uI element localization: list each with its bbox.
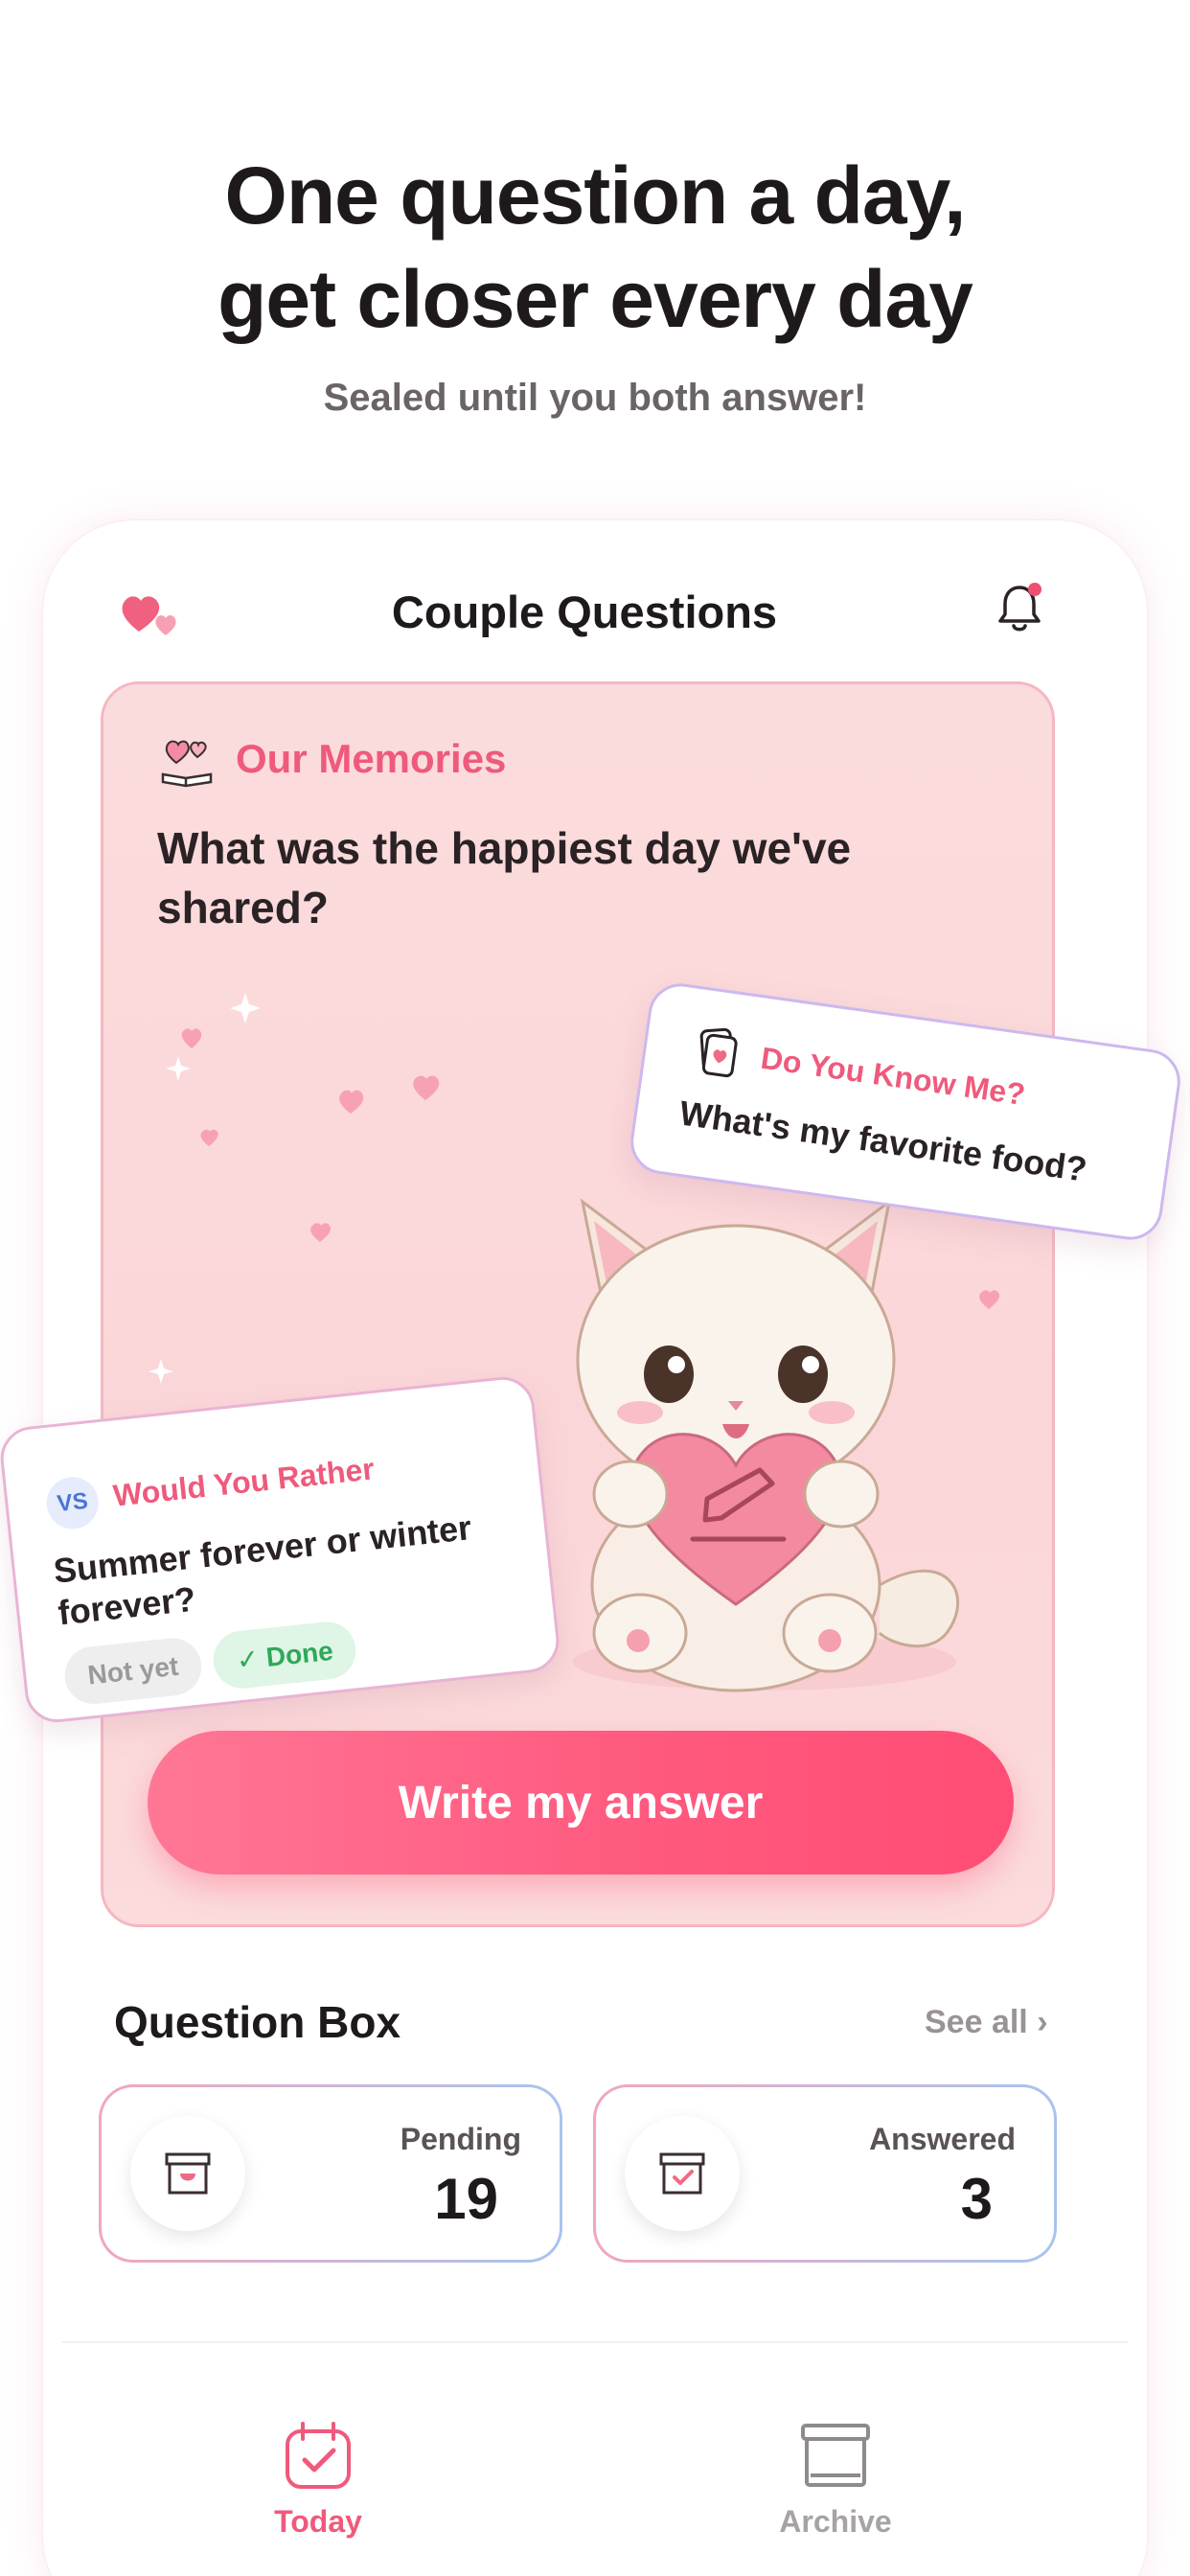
tab-archive[interactable]: Archive: [740, 2418, 931, 2540]
status-done-badge: ✓ Done: [210, 1619, 359, 1691]
pending-label: Pending: [400, 2122, 521, 2156]
pending-questions-tile[interactable]: Pending 19: [99, 2084, 562, 2263]
calendar-check-icon: [286, 2422, 351, 2489]
headline-line-1: One question a day,: [224, 150, 967, 241]
question-text: What was the happiest day we've shared?: [157, 823, 852, 932]
cards-icon: [699, 1027, 738, 1078]
would-you-rather-category: Would You Rather: [111, 1451, 377, 1513]
know-me-question: What's my favorite food?: [676, 1092, 1089, 1189]
archive-box-icon: [801, 2424, 870, 2487]
answered-questions-tile[interactable]: Answered 3: [593, 2084, 1057, 2263]
write-answer-button[interactable]: Write my answer: [148, 1731, 1014, 1874]
answered-count: 3: [960, 2167, 993, 2231]
tab-today-label: Today: [274, 2504, 362, 2539]
app-title: Couple Questions: [391, 586, 778, 637]
know-me-category: Do You Know Me?: [758, 1040, 1028, 1112]
tab-bar-divider: [62, 2341, 1128, 2343]
pending-count: 19: [434, 2167, 498, 2231]
kitten-heart-illustration: [573, 1198, 959, 1692]
answered-label: Answered: [869, 2122, 1016, 2156]
notification-dot: [1028, 583, 1041, 596]
status-not-yet-badge: Not yet: [61, 1635, 205, 1708]
promo-subheadline: Sealed until you both answer!: [323, 377, 867, 419]
tab-today[interactable]: Today: [222, 2418, 414, 2540]
bell-icon: [998, 583, 1041, 632]
category-label: Our Memories: [236, 736, 507, 781]
app-store-screenshot: One question a day, get closer every day…: [0, 0, 1190, 2576]
notification-button[interactable]: [989, 578, 1050, 639]
vs-badge: VS: [44, 1474, 102, 1532]
tab-archive-label: Archive: [779, 2504, 892, 2539]
pending-icon-wrap: [130, 2116, 245, 2231]
would-you-rather-question: Summer forever or winter forever?: [51, 1507, 473, 1633]
headline-line-2: get closer every day: [217, 254, 973, 344]
app-header: Couple Questions: [43, 520, 1147, 702]
see-all-link[interactable]: See all ›: [925, 2004, 1048, 2041]
memory-book-icon: [161, 740, 213, 788]
daily-question-card: Our Memories What was the happiest day w…: [101, 681, 1055, 1927]
answered-icon-wrap: [625, 2116, 740, 2231]
question-category: Our Memories: [157, 730, 506, 788]
question-box-title: Question Box: [114, 1997, 401, 2047]
promo-headline: One question a day, get closer every day: [0, 144, 1190, 351]
inbox-check-icon: [659, 2152, 705, 2195]
would-you-rather-card[interactable]: VS Would You Rather Summer forever or wi…: [0, 1373, 562, 1726]
inbox-heart-icon: [165, 2152, 211, 2195]
